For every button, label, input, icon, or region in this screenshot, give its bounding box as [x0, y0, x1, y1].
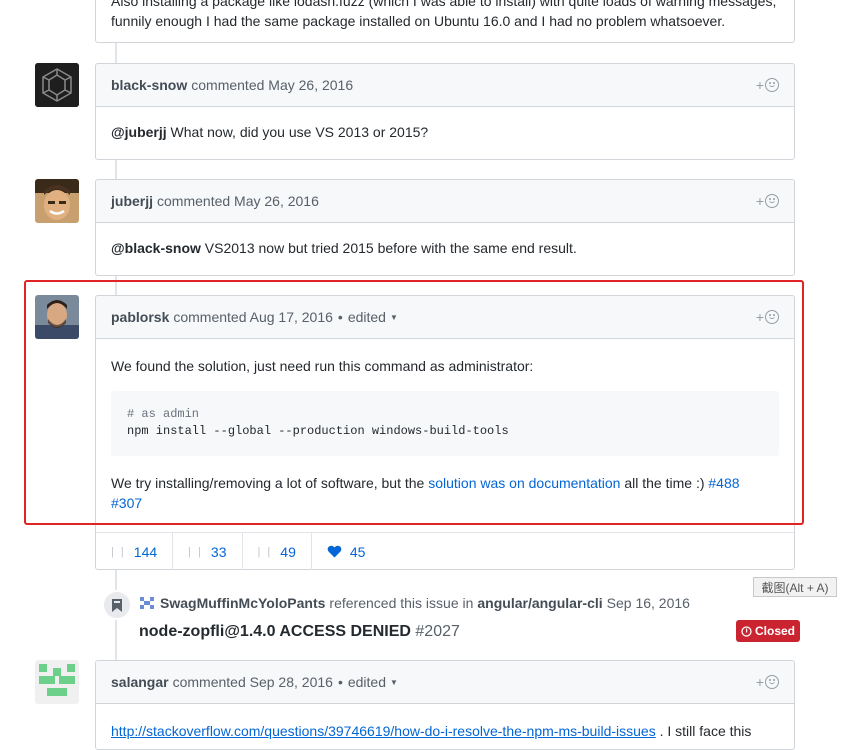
bookmark-badge	[102, 590, 132, 620]
separator-dot: •	[337, 674, 343, 690]
comment-author[interactable]: black-snow	[111, 77, 187, 93]
comment-timestamp[interactable]: commented May 26, 2016	[157, 193, 319, 209]
smiley-icon	[765, 78, 779, 92]
reference-event: SwagMuffinMcYoloPants referenced this is…	[139, 595, 690, 611]
comment-header: juberjj commented May 26, 2016 +	[96, 180, 794, 223]
user-mention[interactable]: @black-snow	[111, 240, 201, 256]
user-mention[interactable]: @juberjj	[111, 124, 167, 140]
comment-salangar: salangar commented Sep 28, 2016 • edited…	[95, 660, 795, 750]
comment-juberjj: juberjj commented May 26, 2016 + @black-…	[95, 179, 795, 276]
bookmark-icon	[112, 598, 122, 612]
issue-link[interactable]: #307	[111, 495, 142, 511]
thumbs-up-icon: | |	[111, 545, 126, 558]
documentation-link[interactable]: solution was on documentation	[428, 475, 620, 491]
comment-author[interactable]: pablorsk	[111, 309, 169, 325]
comment-timestamp[interactable]: commented Aug 17, 2016	[173, 309, 333, 325]
edited-dropdown[interactable]: edited ▼	[348, 309, 398, 325]
avatar-black-snow[interactable]	[35, 63, 79, 107]
smiley-icon	[765, 310, 779, 324]
laugh-icon: | |	[188, 545, 203, 558]
reference-date[interactable]: Sep 16, 2016	[607, 595, 690, 611]
separator-dot: •	[337, 309, 343, 325]
comment-header: salangar commented Sep 28, 2016 • edited…	[96, 661, 794, 704]
code-line: npm install --global --production window…	[127, 424, 509, 438]
reference-text: referenced this issue in	[329, 595, 474, 611]
comment-paragraph: We found the solution, just need run thi…	[111, 358, 534, 374]
comment-author[interactable]: salangar	[111, 674, 169, 690]
closed-issue-icon	[741, 625, 752, 637]
add-reaction-button[interactable]: +	[756, 674, 779, 690]
closed-state-badge: Closed	[736, 620, 801, 642]
avatar-salangar[interactable]	[35, 660, 79, 704]
comment-header: pablorsk commented Aug 17, 2016 • edited…	[96, 296, 794, 339]
code-block[interactable]: # as admin npm install --global --produc…	[111, 391, 779, 456]
smiley-icon	[765, 675, 779, 689]
reactions-bar: | | 144 | | 33 | | 49 45	[96, 532, 794, 570]
comment-pablorsk: pablorsk commented Aug 17, 2016 • edited…	[95, 295, 795, 570]
comment-text: VS2013 now but tried 2015 before with th…	[200, 240, 577, 256]
code-comment: # as admin	[127, 407, 200, 421]
smiley-icon	[765, 194, 779, 208]
comment-black-snow: black-snow commented May 26, 2016 + @jub…	[95, 63, 795, 160]
reference-issue-number: #2027	[415, 623, 460, 640]
add-reaction-button[interactable]: +	[756, 77, 779, 93]
comment-timestamp[interactable]: commented May 26, 2016	[191, 77, 353, 93]
hooray-icon: | |	[257, 545, 273, 558]
comment-header: black-snow commented May 26, 2016 +	[96, 64, 794, 107]
add-reaction-button[interactable]: +	[756, 309, 779, 325]
reaction-laugh[interactable]: | | 33	[173, 533, 243, 570]
edited-dropdown[interactable]: edited ▼	[348, 674, 398, 690]
comment-text: What now, did you use VS 2013 or 2015?	[166, 124, 429, 140]
comment-text-line: Also installing a package like lodash.fu…	[111, 0, 777, 9]
comment-top-partial: Also installing a package like lodash.fu…	[95, 0, 795, 43]
comment-paragraph: We try installing/removing a lot of soft…	[111, 475, 740, 511]
caret-down-icon: ▼	[390, 677, 398, 687]
comment-text-line: funnily enough I had the same package in…	[111, 13, 726, 29]
comment-timestamp[interactable]: commented Sep 28, 2016	[173, 674, 333, 690]
reference-repo[interactable]: angular/angular-cli	[477, 595, 602, 611]
stackoverflow-link[interactable]: http://stackoverflow.com/questions/39746…	[111, 723, 656, 739]
comment-author[interactable]: juberjj	[111, 193, 153, 209]
reaction-hooray[interactable]: | | 49	[243, 533, 312, 570]
reference-user[interactable]: SwagMuffinMcYoloPants	[160, 595, 325, 611]
caret-down-icon: ▼	[389, 312, 398, 322]
user-avatar-small[interactable]	[139, 595, 155, 611]
avatar-pablorsk[interactable]	[35, 295, 79, 339]
add-reaction-button[interactable]: +	[756, 193, 779, 209]
avatar-juberjj[interactable]	[35, 179, 79, 223]
reference-issue-title[interactable]: node-zopfli@1.4.0 ACCESS DENIED #2027	[139, 623, 460, 641]
reaction-thumbs-up[interactable]: | | 144	[96, 533, 174, 570]
issue-link[interactable]: #488	[708, 475, 739, 491]
screenshot-tooltip: 截图(Alt + A)	[753, 577, 837, 597]
reaction-heart[interactable]: 45	[312, 533, 381, 570]
heart-icon	[327, 545, 342, 558]
